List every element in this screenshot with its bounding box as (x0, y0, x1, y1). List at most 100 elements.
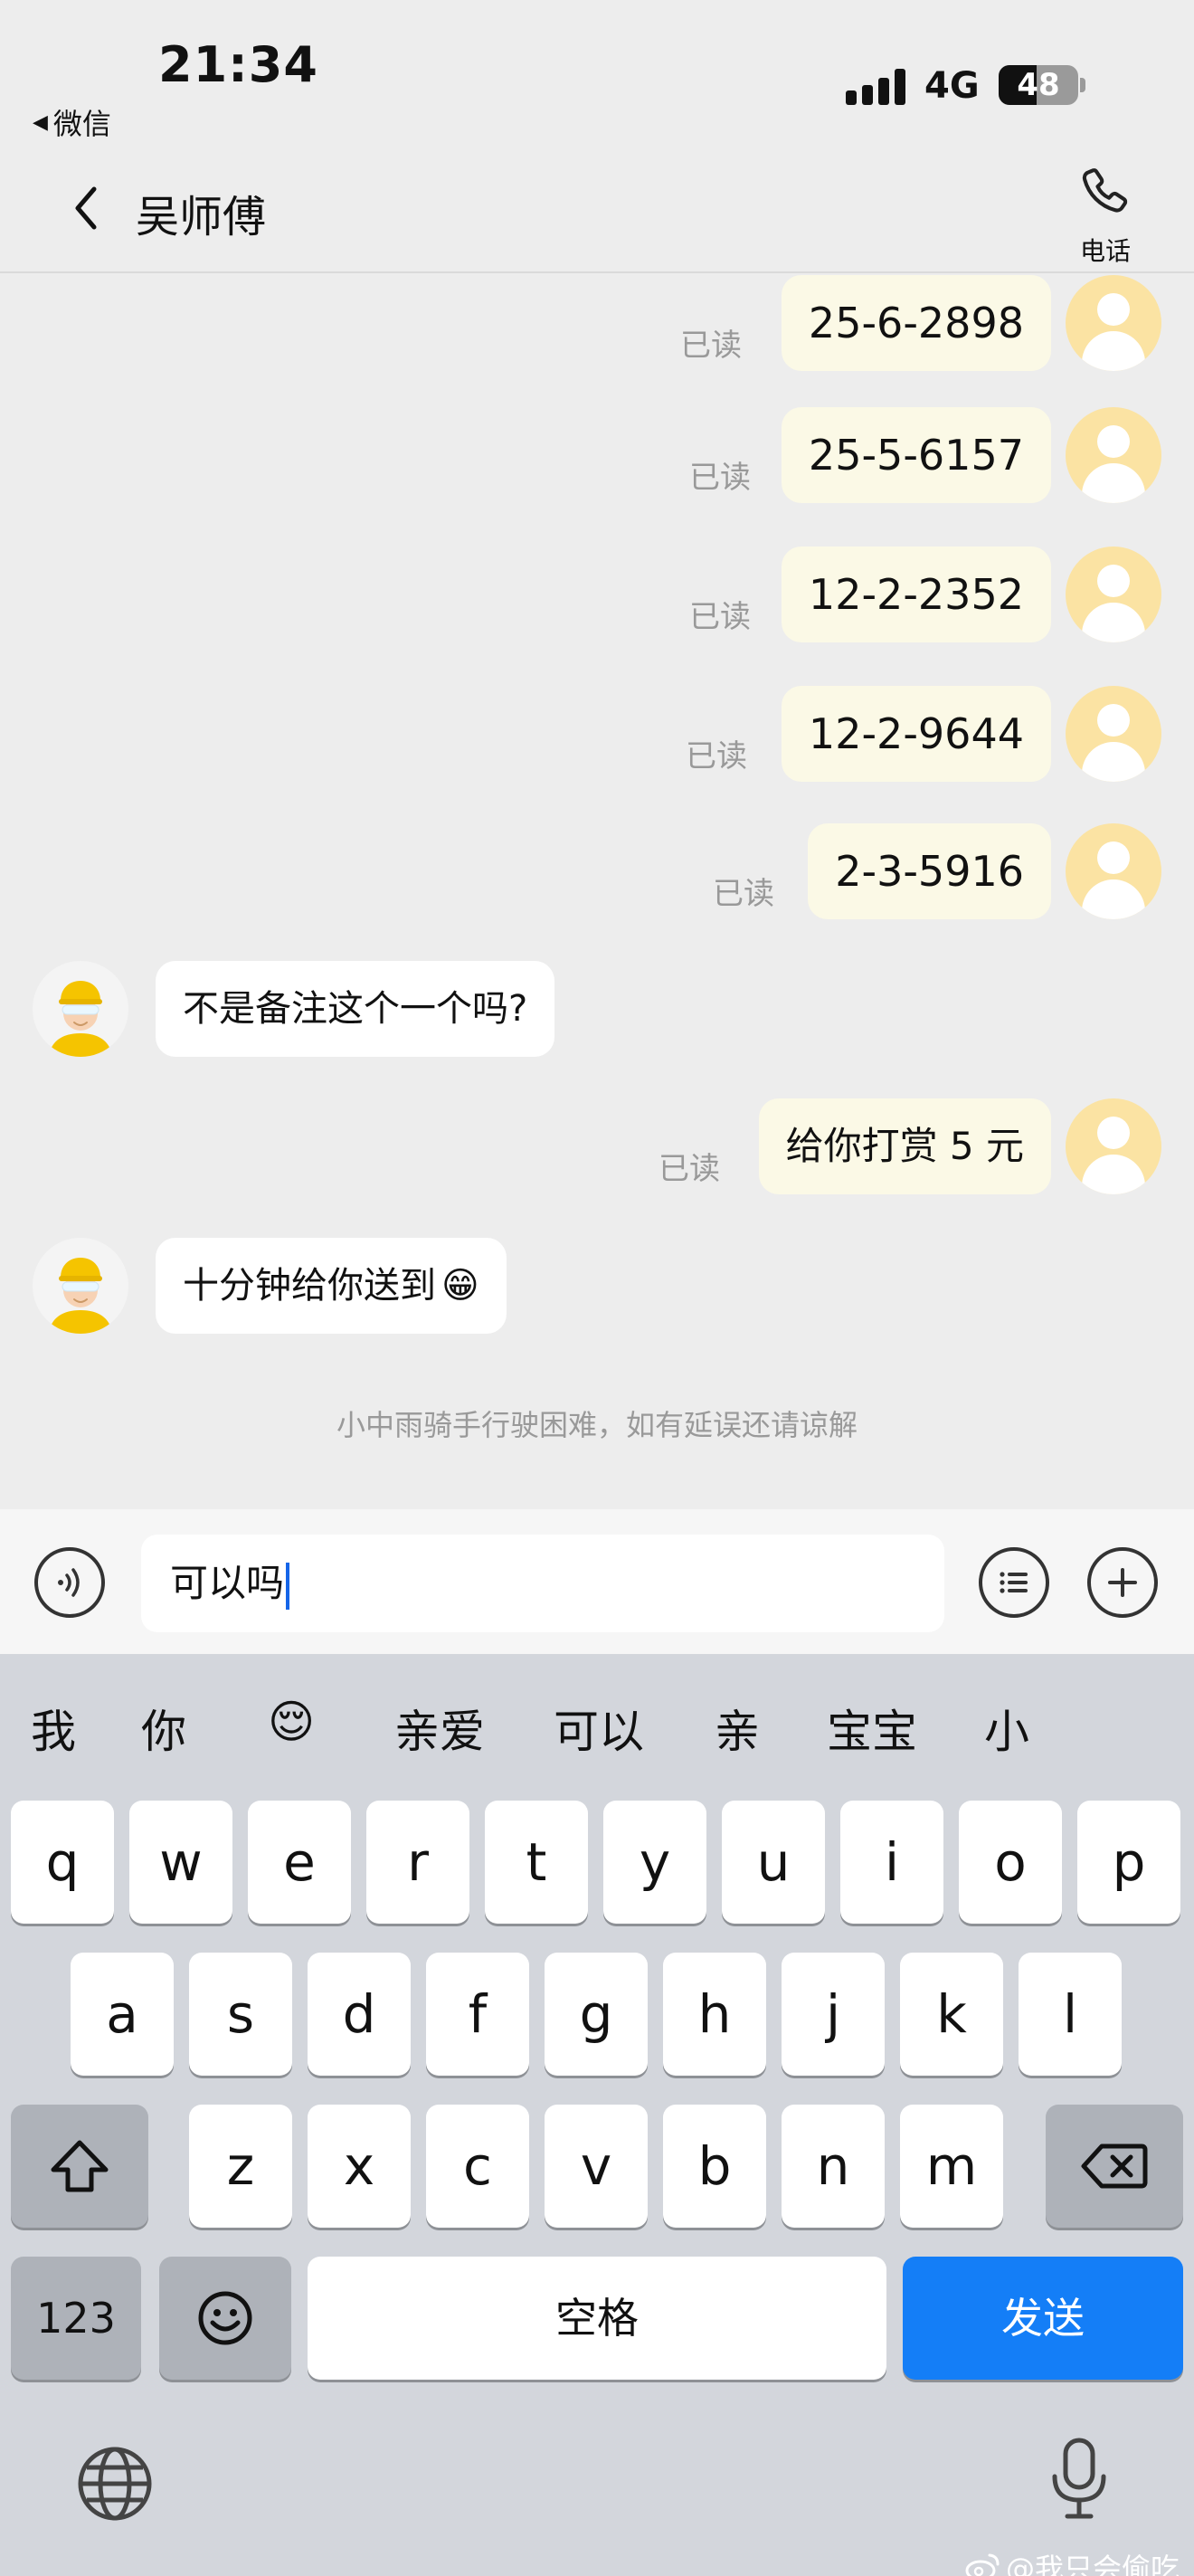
voice-icon (58, 1568, 80, 1597)
page-title: 吴师傅 (136, 192, 267, 242)
my-avatar[interactable] (1066, 823, 1161, 919)
key-z[interactable]: z (189, 2105, 292, 2228)
message-bubble-sent[interactable]: 12-2-9644 (781, 686, 1051, 782)
backspace-key[interactable] (1046, 2105, 1183, 2228)
key-f[interactable]: f (426, 1953, 529, 2076)
clock: 21:34 (158, 36, 318, 93)
key-j[interactable]: j (782, 1953, 885, 2076)
message-bubble-sent[interactable]: 25-6-2898 (781, 275, 1051, 371)
message-input[interactable]: 可以吗 (141, 1535, 944, 1632)
key-r[interactable]: r (366, 1801, 469, 1924)
call-label: 电话 (1079, 236, 1131, 266)
shift-arrow-icon (51, 2140, 109, 2192)
candidate-word[interactable]: 亲爱 (394, 1696, 485, 1761)
phone-icon (1082, 168, 1128, 213)
text-caret (286, 1562, 290, 1610)
key-v[interactable]: v (545, 2105, 648, 2228)
message-bubble-received[interactable]: 十分钟给你送到 😁 (156, 1238, 507, 1334)
quick-phrases-button[interactable] (979, 1547, 1049, 1618)
candidate-word[interactable]: 你 (141, 1696, 186, 1761)
message-bubble-sent[interactable]: 2-3-5916 (808, 823, 1051, 919)
key-w[interactable]: w (129, 1801, 232, 1924)
candidate-word[interactable]: 我 (31, 1696, 76, 1761)
my-avatar[interactable] (1066, 686, 1161, 782)
key-q[interactable]: q (11, 1801, 114, 1924)
message-row: 已读 12-2-9644 (0, 686, 1194, 782)
message-row: 十分钟给你送到 😁 (0, 1238, 1194, 1334)
candidate-word[interactable]: 宝宝 (827, 1696, 917, 1761)
key-m[interactable]: m (900, 2105, 1003, 2228)
chevron-left-icon (75, 186, 97, 230)
read-receipt: 已读 (689, 460, 751, 496)
message-bubble-sent[interactable]: 给你打赏 5 元 (758, 1098, 1051, 1194)
back-app-label: 微信 (52, 107, 111, 141)
message-bubble-sent[interactable]: 12-2-2352 (781, 547, 1051, 642)
candidate-word[interactable]: 可以 (554, 1696, 644, 1761)
key-g[interactable]: g (545, 1953, 648, 2076)
key-p[interactable]: p (1077, 1801, 1180, 1924)
message-row: 已读 12-2-2352 (0, 547, 1194, 642)
key-x[interactable]: x (308, 2105, 411, 2228)
plus-icon (1108, 1568, 1137, 1597)
message-bubble-sent[interactable]: 25-5-6157 (781, 407, 1051, 503)
candidate-word[interactable]: 小 (984, 1696, 1029, 1761)
key-i[interactable]: i (840, 1801, 943, 1924)
key-l[interactable]: l (1019, 1953, 1122, 2076)
key-a[interactable]: a (71, 1953, 174, 2076)
watermark-text: @我只会偷吃 (1005, 2552, 1180, 2576)
dictation-button[interactable] (1038, 2438, 1120, 2519)
back-to-app-link[interactable]: ◀ 微信 (33, 101, 111, 143)
more-actions-button[interactable] (1087, 1547, 1158, 1618)
emoji-key[interactable] (159, 2257, 291, 2380)
read-receipt: 已读 (659, 1151, 720, 1187)
key-k[interactable]: k (900, 1953, 1003, 2076)
key-h[interactable]: h (663, 1953, 766, 2076)
message-input-value: 可以吗 (170, 1561, 285, 1605)
language-switch-button[interactable] (74, 2443, 156, 2524)
my-avatar[interactable] (1066, 275, 1161, 371)
space-key[interactable]: 空格 (308, 2257, 886, 2380)
message-row: 已读 25-5-6157 (0, 407, 1194, 503)
read-receipt: 已读 (680, 328, 742, 364)
key-n[interactable]: n (782, 2105, 885, 2228)
network-type: 4G (924, 65, 980, 107)
key-b[interactable]: b (663, 2105, 766, 2228)
message-text: 不是备注这个一个吗? (183, 988, 528, 1030)
message-row: 已读 25-6-2898 (0, 275, 1194, 371)
send-key[interactable]: 发送 (903, 2257, 1183, 2380)
weibo-logo-icon (965, 2553, 1000, 2576)
read-receipt: 已读 (689, 599, 751, 635)
key-y[interactable]: y (603, 1801, 706, 1924)
numbers-key[interactable]: 123 (11, 2257, 141, 2380)
key-u[interactable]: u (722, 1801, 825, 1924)
back-triangle-icon: ◀ (33, 110, 48, 134)
backspace-icon (1081, 2143, 1148, 2189)
key-d[interactable]: d (308, 1953, 411, 2076)
courier-avatar-image (49, 981, 112, 1057)
key-s[interactable]: s (189, 1953, 292, 2076)
my-avatar[interactable] (1066, 547, 1161, 642)
candidate-word[interactable]: 亲 (715, 1696, 760, 1761)
candidate-emoji[interactable]: 😌 (268, 1696, 315, 1748)
key-o[interactable]: o (959, 1801, 1062, 1924)
list-icon (1000, 1572, 1028, 1593)
cellular-signal-icon (846, 69, 909, 105)
my-avatar[interactable] (1066, 1098, 1161, 1194)
shift-key[interactable] (11, 2105, 148, 2228)
message-bubble-received[interactable]: 不是备注这个一个吗? (156, 961, 555, 1057)
back-button[interactable] (63, 181, 109, 235)
battery-icon: 48 (999, 65, 1078, 105)
key-e[interactable]: e (248, 1801, 351, 1924)
message-row: 已读 给你打赏 5 元 (0, 1098, 1194, 1194)
key-t[interactable]: t (485, 1801, 588, 1924)
courier-avatar[interactable] (33, 961, 128, 1057)
grin-emoji: 😁 (441, 1265, 479, 1307)
my-avatar[interactable] (1066, 407, 1161, 503)
chat-header: 吴师傅 电话 (0, 145, 1194, 273)
watermark: @我只会偷吃 (964, 2546, 1180, 2576)
key-c[interactable]: c (426, 2105, 529, 2228)
message-list[interactable]: 已读 25-6-2898 已读 25-5-6157 已读 12-2-2352 已… (0, 275, 1194, 1509)
voice-input-button[interactable] (34, 1547, 105, 1618)
courier-avatar[interactable] (33, 1238, 128, 1334)
call-button[interactable]: 电话 (1067, 163, 1143, 268)
